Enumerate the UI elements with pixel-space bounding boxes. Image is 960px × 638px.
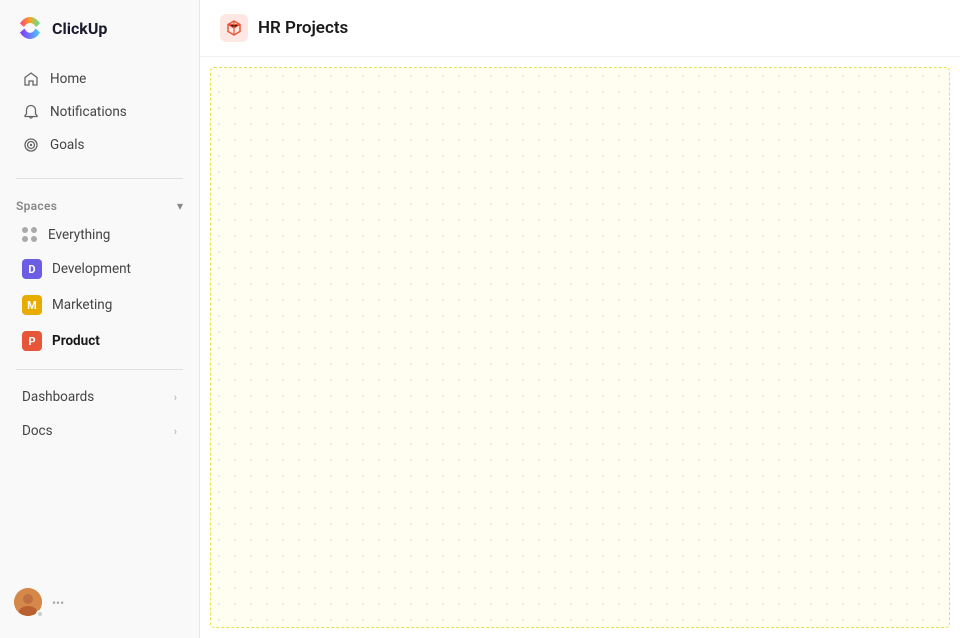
sidebar-item-home[interactable]: Home — [6, 63, 193, 95]
page-title: HR Projects — [258, 18, 348, 38]
product-badge-icon: P — [22, 331, 42, 351]
home-icon — [22, 70, 40, 88]
avatar-status-indicator — [36, 610, 44, 618]
sidebar-item-everything-label: Everything — [48, 227, 110, 243]
sidebar-item-goals[interactable]: Goals — [6, 129, 193, 161]
sidebar-item-marketing[interactable]: M Marketing — [6, 288, 193, 322]
chevron-right-docs-icon: › — [174, 425, 177, 438]
marketing-badge-icon: M — [22, 295, 42, 315]
sidebar-item-product[interactable]: P Product — [6, 324, 193, 358]
sidebar-item-docs-label: Docs — [22, 423, 53, 439]
sidebar-item-everything[interactable]: Everything — [6, 220, 193, 250]
sidebar-item-notifications-label: Notifications — [50, 104, 127, 120]
chevron-right-dashboards-icon: › — [174, 391, 177, 404]
sidebar-item-home-label: Home — [50, 71, 86, 87]
user-menu-dots-icon[interactable]: ••• — [52, 596, 64, 610]
sidebar-nav: Home Notifications Goals — [0, 56, 199, 168]
divider — [16, 178, 183, 179]
development-badge-icon: D — [22, 259, 42, 279]
spaces-header: Spaces ▾ — [0, 193, 199, 219]
sidebar-item-dashboards[interactable]: Dashboards › — [6, 381, 193, 413]
main-header: HR Projects — [200, 0, 960, 57]
everything-dots-icon — [22, 227, 38, 243]
user-profile[interactable]: ••• — [0, 578, 199, 628]
sidebar-item-development[interactable]: D Development — [6, 252, 193, 286]
divider-2 — [16, 369, 183, 370]
sidebar-item-dashboards-label: Dashboards — [22, 389, 94, 405]
clickup-logo-icon — [16, 14, 44, 42]
sidebar-item-development-label: Development — [52, 261, 131, 277]
content-area — [210, 67, 950, 628]
target-icon — [22, 136, 40, 154]
spaces-title: Spaces — [16, 199, 57, 213]
logo[interactable]: ClickUp — [0, 0, 199, 56]
sidebar-item-docs[interactable]: Docs › — [6, 415, 193, 447]
main-content: HR Projects — [200, 0, 960, 638]
sidebar-item-marketing-label: Marketing — [52, 297, 112, 313]
avatar-container — [14, 588, 44, 618]
sidebar-item-goals-label: Goals — [50, 137, 85, 153]
sidebar: ClickUp Home Notifications — [0, 0, 200, 638]
logo-text: ClickUp — [52, 19, 107, 38]
sidebar-item-product-label: Product — [52, 333, 100, 349]
hr-projects-icon — [220, 14, 248, 42]
chevron-down-icon[interactable]: ▾ — [177, 199, 183, 213]
bell-icon — [22, 103, 40, 121]
sidebar-item-notifications[interactable]: Notifications — [6, 96, 193, 128]
main-body — [200, 57, 960, 638]
